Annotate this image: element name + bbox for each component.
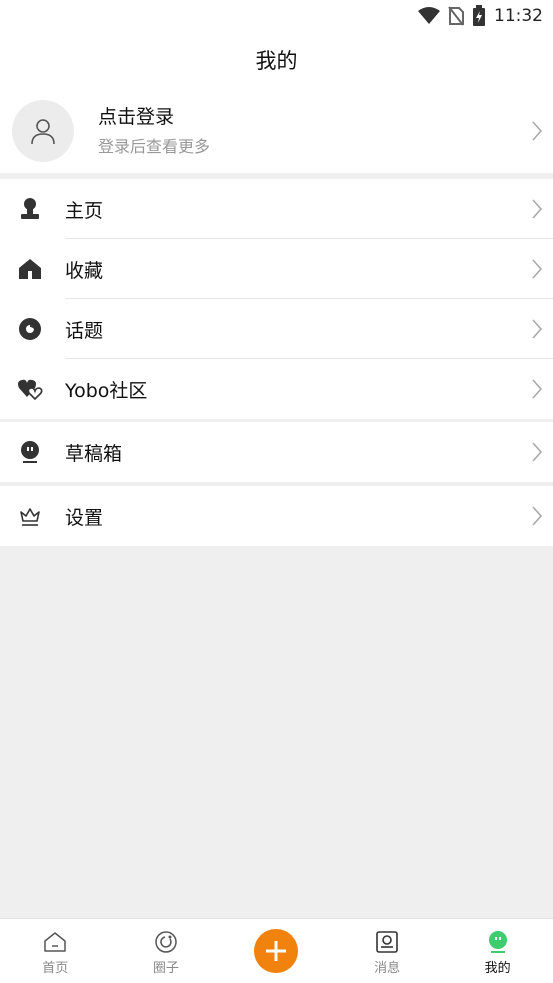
circle-icon	[155, 931, 177, 953]
menu-item-label: 收藏	[65, 259, 104, 282]
mine-icon	[488, 931, 507, 953]
home-icon	[44, 932, 67, 952]
tab-label: 我的	[484, 961, 511, 976]
tab-home[interactable]: 首页	[0, 919, 111, 983]
message-icon	[376, 931, 398, 953]
battery-icon	[473, 5, 485, 26]
no-sim-icon	[448, 6, 464, 26]
draft-face-icon	[15, 437, 45, 467]
page-title: 我的	[255, 49, 298, 73]
login-subtitle: 登录后查看更多	[98, 136, 211, 156]
chevron-right-icon	[532, 442, 543, 462]
chevron-right-icon	[532, 199, 543, 219]
menu-group-drafts: 草稿箱	[0, 422, 553, 482]
tab-label: 圈子	[152, 961, 179, 976]
tab-publish[interactable]	[221, 919, 332, 983]
house-icon	[15, 254, 45, 284]
bottom-tab-bar: 首页 圈子 消息 我的	[0, 918, 553, 983]
tab-circle[interactable]: 圈子	[111, 919, 222, 983]
chevron-right-icon	[532, 120, 543, 141]
menu-item-topics[interactable]: 话题	[0, 299, 553, 359]
menu-item-label: 主页	[65, 199, 104, 222]
publish-button[interactable]	[254, 929, 299, 973]
plus-icon	[266, 941, 287, 961]
menu-item-label: 设置	[65, 506, 104, 529]
menu-group-settings: 设置	[0, 486, 553, 546]
status-time: 11:32	[494, 6, 543, 26]
wifi-icon	[418, 7, 440, 24]
hearts-icon	[15, 374, 45, 404]
page-title-bar: 我的	[0, 32, 553, 88]
login-title[interactable]: 点击登录	[98, 104, 553, 130]
avatar[interactable]	[12, 99, 74, 162]
menu-item-homepage[interactable]: 主页	[0, 179, 553, 239]
menu-item-label: 草稿箱	[65, 442, 123, 465]
person-bust-icon	[15, 194, 45, 224]
topic-circle-icon	[15, 314, 45, 344]
login-row[interactable]: 点击登录 登录后查看更多	[0, 88, 553, 173]
chevron-right-icon	[532, 319, 543, 339]
user-icon	[31, 118, 55, 144]
menu-item-settings[interactable]: 设置	[0, 486, 553, 546]
crown-icon	[15, 501, 45, 531]
menu-group-main: 主页 收藏 话题 Yobo社区	[0, 179, 553, 419]
status-bar: 11:32	[0, 0, 553, 32]
chevron-right-icon	[532, 259, 543, 279]
chevron-right-icon	[532, 506, 543, 526]
menu-item-yobo-community[interactable]: Yobo社区	[0, 359, 553, 419]
menu-item-label: Yobo社区	[65, 379, 148, 402]
chevron-right-icon	[532, 379, 543, 399]
menu-item-label: 话题	[65, 319, 104, 342]
tab-label: 首页	[42, 961, 69, 976]
tab-mine[interactable]: 我的	[442, 919, 553, 983]
tab-label: 消息	[374, 961, 401, 976]
tab-messages[interactable]: 消息	[332, 919, 443, 983]
menu-item-favorites[interactable]: 收藏	[0, 239, 553, 299]
menu-item-drafts[interactable]: 草稿箱	[0, 422, 553, 482]
